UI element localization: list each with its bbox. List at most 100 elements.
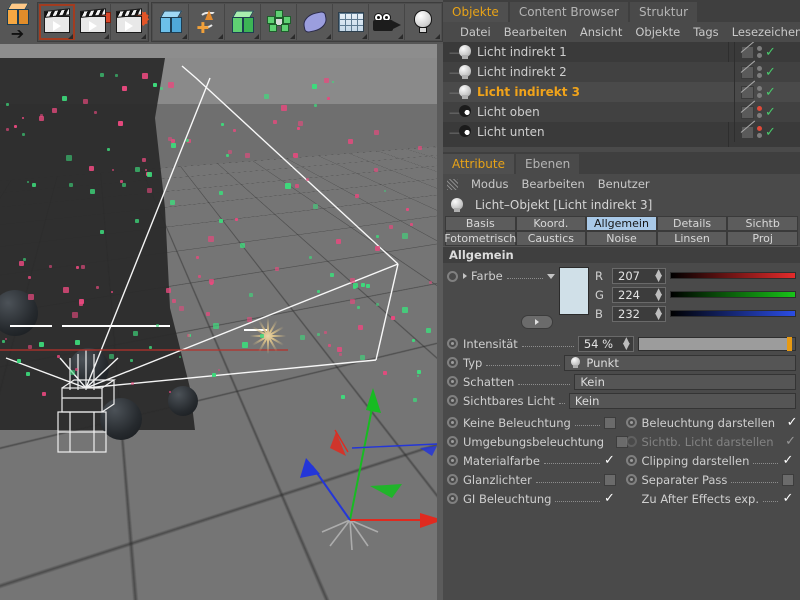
- visibility-dots-icon[interactable]: [757, 106, 762, 118]
- menu-bearbeiten[interactable]: Bearbeiten: [522, 177, 585, 191]
- tab-fotometrisch[interactable]: Fotometrisch: [445, 231, 516, 246]
- animate-dot[interactable]: [447, 474, 458, 485]
- option-glanzlichter[interactable]: Glanzlichter: [443, 470, 622, 489]
- visibility-dots-icon[interactable]: [757, 126, 762, 138]
- render-view-icon[interactable]: [39, 4, 75, 40]
- animate-dot-farbe[interactable]: [447, 271, 458, 282]
- object-tags[interactable]: ✓: [734, 122, 800, 142]
- tab-sichtbarkeit[interactable]: Sichtb: [727, 216, 798, 231]
- animate-dot[interactable]: [626, 417, 637, 428]
- chevron-down-icon[interactable]: [547, 274, 555, 279]
- tab-attribute[interactable]: Attribute: [443, 154, 514, 174]
- light-tag-icon[interactable]: [741, 106, 754, 119]
- color-g-slider[interactable]: [670, 291, 796, 298]
- object-row-licht-indirekt-1[interactable]: — Licht indirekt 1 ✓: [443, 42, 800, 62]
- checkbox[interactable]: ✓: [604, 455, 616, 467]
- checkbox[interactable]: [604, 417, 616, 429]
- option-beleuchtung-darstellen[interactable]: Beleuchtung darstellen ✓: [622, 413, 800, 432]
- object-tags[interactable]: ✓: [734, 42, 800, 62]
- expand-arrow-icon[interactable]: [463, 273, 467, 279]
- cube-primitive-icon[interactable]: [153, 4, 189, 40]
- spline-pen-icon[interactable]: ✚: [189, 4, 225, 40]
- tab-linsen[interactable]: Linsen: [657, 231, 728, 246]
- color-b-input[interactable]: 232 ▲▼: [612, 306, 666, 322]
- menu-objekte[interactable]: Objekte: [635, 25, 680, 39]
- object-tags[interactable]: ✓: [734, 82, 800, 102]
- object-tags[interactable]: ✓: [734, 102, 800, 122]
- object-row-licht-indirekt-2[interactable]: — Licht indirekt 2 ✓: [443, 62, 800, 82]
- option-separater-pass[interactable]: Separater Pass: [622, 470, 800, 489]
- tab-struktur[interactable]: Struktur: [630, 2, 697, 22]
- tab-caustics[interactable]: Caustics: [516, 231, 587, 246]
- light-tag-icon[interactable]: [741, 66, 754, 79]
- object-row-licht-indirekt-3[interactable]: — Licht indirekt 3 ✓: [443, 82, 800, 102]
- animate-dot[interactable]: [447, 417, 458, 428]
- viewport-scene[interactable]: [0, 58, 437, 600]
- visibility-dots-icon[interactable]: [757, 46, 762, 58]
- checkbox[interactable]: ✓: [604, 493, 616, 505]
- object-row-licht-unten[interactable]: — Licht unten ✓: [443, 122, 800, 142]
- animate-dot[interactable]: [447, 436, 458, 447]
- typ-dropdown[interactable]: Punkt: [564, 355, 796, 371]
- object-manager-list[interactable]: — Licht indirekt 1 ✓ — Licht indirekt 2 …: [443, 42, 800, 147]
- animate-dot[interactable]: [626, 455, 637, 466]
- menu-ansicht[interactable]: Ansicht: [580, 25, 622, 39]
- color-mode-button[interactable]: [521, 315, 553, 329]
- animate-dot-schatten[interactable]: [447, 376, 458, 387]
- tab-ebenen[interactable]: Ebenen: [516, 154, 579, 174]
- render-settings-icon[interactable]: [111, 4, 147, 40]
- visibility-dots-icon[interactable]: [757, 86, 762, 98]
- object-tags[interactable]: ✓: [734, 62, 800, 82]
- menu-bearbeiten[interactable]: Bearbeiten: [504, 25, 567, 39]
- panel-gripper-icon[interactable]: [447, 179, 458, 190]
- animate-dot-typ[interactable]: [447, 357, 458, 368]
- light-icon[interactable]: [405, 4, 441, 40]
- undo-icon[interactable]: ➔: [0, 1, 35, 43]
- menu-tags[interactable]: Tags: [693, 25, 718, 39]
- schatten-dropdown[interactable]: Kein: [574, 374, 796, 390]
- sichtbares-licht-dropdown[interactable]: Kein: [569, 393, 796, 409]
- spinner-icon[interactable]: ▲▼: [655, 308, 662, 320]
- object-row-licht-oben[interactable]: — Licht oben ✓: [443, 102, 800, 122]
- checkbox[interactable]: [782, 474, 794, 486]
- option-zu-after-effects-exportieren[interactable]: Zu After Effects exp. ✓: [622, 489, 800, 508]
- menu-benutzer[interactable]: Benutzer: [598, 177, 650, 191]
- tab-details[interactable]: Details: [657, 216, 728, 231]
- tab-noise[interactable]: Noise: [586, 231, 657, 246]
- spinner-icon[interactable]: ▲▼: [655, 289, 662, 301]
- menu-modus[interactable]: Modus: [471, 177, 509, 191]
- spinner-icon[interactable]: ▲▼: [655, 270, 662, 282]
- enabled-check-icon[interactable]: ✓: [765, 126, 776, 139]
- checkbox[interactable]: ✓: [786, 417, 798, 429]
- camera-icon[interactable]: [369, 4, 405, 40]
- animate-dot[interactable]: [447, 455, 458, 466]
- color-r-slider[interactable]: [670, 272, 796, 279]
- option-materialfarbe[interactable]: Materialfarbe ✓: [443, 451, 622, 470]
- tab-allgemein[interactable]: Allgemein: [586, 216, 657, 231]
- color-g-input[interactable]: 224 ▲▼: [612, 287, 666, 303]
- color-swatch[interactable]: [559, 267, 589, 315]
- render-region-icon[interactable]: [75, 4, 111, 40]
- intensity-slider[interactable]: [638, 337, 796, 351]
- enabled-check-icon[interactable]: ✓: [765, 46, 776, 59]
- option-keine-beleuchtung[interactable]: Keine Beleuchtung: [443, 413, 622, 432]
- light-tag-icon[interactable]: [741, 126, 754, 139]
- animate-dot[interactable]: [447, 493, 458, 504]
- nurbs-icon[interactable]: [225, 4, 261, 40]
- animate-dot[interactable]: [626, 474, 637, 485]
- color-r-input[interactable]: 207 ▲▼: [612, 268, 666, 284]
- array-icon[interactable]: [261, 4, 297, 40]
- enabled-check-icon[interactable]: ✓: [765, 106, 776, 119]
- perspective-viewport[interactable]: ✥ ⇳ ⟳ ▣: [0, 44, 437, 600]
- tab-basis[interactable]: Basis: [445, 216, 516, 231]
- animate-dot-sichtbares-licht[interactable]: [447, 395, 458, 406]
- intensity-input[interactable]: 54 % ▲▼: [578, 336, 634, 352]
- enabled-check-icon[interactable]: ✓: [765, 66, 776, 79]
- visibility-dots-icon[interactable]: [757, 66, 762, 78]
- menu-datei[interactable]: Datei: [460, 25, 491, 39]
- color-b-slider[interactable]: [670, 310, 796, 317]
- spinner-icon[interactable]: ▲▼: [623, 338, 630, 350]
- tab-content-browser[interactable]: Content Browser: [510, 2, 628, 22]
- tab-objekte[interactable]: Objekte: [443, 2, 508, 22]
- option-umgebungsbeleuchtung[interactable]: Umgebungsbeleuchtung: [443, 432, 622, 451]
